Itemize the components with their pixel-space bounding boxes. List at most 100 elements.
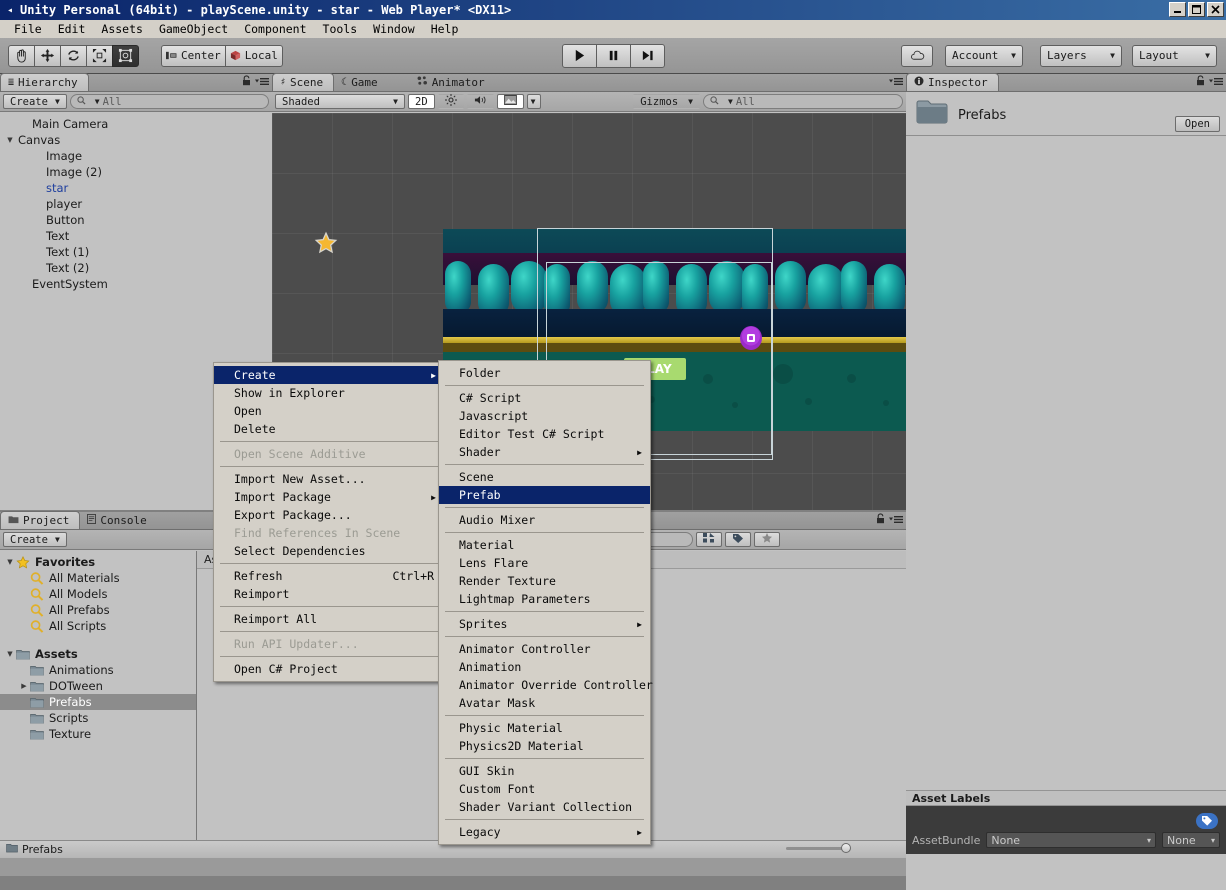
maximize-button[interactable] <box>1188 2 1205 17</box>
play-button[interactable] <box>562 43 597 68</box>
project-tree-item[interactable]: All Prefabs <box>0 602 196 618</box>
player-object[interactable] <box>738 325 764 354</box>
create-submenu-item[interactable]: Javascript <box>439 407 650 425</box>
account-button[interactable]: Account ▼ <box>945 44 1023 67</box>
create-submenu-item[interactable]: Sprites ▶ <box>439 615 650 633</box>
menu-help[interactable]: Help <box>423 21 467 37</box>
tab-inspector[interactable]: Inspector <box>906 73 999 91</box>
minimize-button[interactable] <box>1169 2 1186 17</box>
hierarchy-item[interactable]: star <box>0 180 272 196</box>
hierarchy-item[interactable]: Text (1) <box>0 244 272 260</box>
create-submenu-item[interactable]: Material <box>439 536 650 554</box>
create-submenu[interactable]: Folder C# Script Javascript Editor Test C# … <box>438 360 653 845</box>
scene-effects-dropdown[interactable]: ▼ <box>526 94 541 109</box>
hand-tool-button[interactable] <box>8 44 35 67</box>
main-menubar[interactable]: File Edit Assets GameObject Component To… <box>0 20 1226 38</box>
lock-icon[interactable] <box>242 75 251 89</box>
hierarchy-search-input[interactable]: ▼ All <box>69 94 269 109</box>
hierarchy-item[interactable]: player <box>0 196 272 212</box>
project-tree[interactable]: ▼ Favorites All Materials All Models All Pre… <box>0 551 196 858</box>
hierarchy-create-button[interactable]: Create ▼ <box>3 94 67 109</box>
assets-context-menu[interactable]: Create ▶ Show in Explorer Open Delete Open Sc… <box>213 362 445 682</box>
create-submenu-item[interactable]: Legacy ▶ <box>439 823 650 841</box>
filter-by-favorite-button[interactable] <box>753 532 780 547</box>
menu-tools[interactable]: Tools <box>315 21 366 37</box>
context-menu-item[interactable]: Select Dependencies <box>214 542 444 560</box>
menu-edit[interactable]: Edit <box>50 21 94 37</box>
menu-file[interactable]: File <box>6 21 50 37</box>
create-submenu-item[interactable]: Animation <box>439 658 650 676</box>
context-menu-item[interactable]: Export Package... <box>214 506 444 524</box>
scale-tool-button[interactable] <box>86 44 113 67</box>
project-tree-item[interactable]: All Scripts <box>0 618 196 634</box>
layers-button[interactable]: Layers ▼ <box>1040 44 1122 67</box>
menu-assets[interactable]: Assets <box>93 21 151 37</box>
gizmos-dropdown[interactable]: Gizmos ▼ <box>633 94 700 109</box>
disclosure-triangle-icon[interactable]: ▼ <box>4 558 16 566</box>
panel-menu-icon[interactable] <box>1209 76 1223 89</box>
create-submenu-item[interactable]: Avatar Mask <box>439 694 650 712</box>
hierarchy-item[interactable]: Text (2) <box>0 260 272 276</box>
create-submenu-item[interactable]: Lightmap Parameters <box>439 590 650 608</box>
pause-button[interactable] <box>596 43 631 68</box>
project-create-button[interactable]: Create ▼ <box>3 532 67 547</box>
scene-effects-toggle[interactable] <box>496 94 524 109</box>
context-menu-item[interactable]: Show in Explorer <box>214 384 444 402</box>
create-submenu-item[interactable]: Editor Test C# Script <box>439 425 650 443</box>
tab-game[interactable]: ☾ Game <box>334 73 388 91</box>
create-submenu-item[interactable]: Prefab <box>439 486 650 504</box>
draw-mode-dropdown[interactable]: Shaded ▼ <box>275 94 405 109</box>
project-tab-actions[interactable] <box>876 513 903 527</box>
create-submenu-item[interactable]: Lens Flare <box>439 554 650 572</box>
hierarchy-item[interactable]: EventSystem <box>0 276 272 292</box>
project-tree-item[interactable]: Scripts <box>0 710 196 726</box>
inspector-tab-actions[interactable] <box>1196 75 1223 89</box>
project-tree-item[interactable]: All Models <box>0 586 196 602</box>
hierarchy-item[interactable]: Button <box>0 212 272 228</box>
2d-toggle-button[interactable]: 2D <box>408 94 435 109</box>
context-menu-item[interactable]: Import Package ▶ <box>214 488 444 506</box>
context-menu-item[interactable]: Open <box>214 402 444 420</box>
menu-window[interactable]: Window <box>365 21 423 37</box>
move-tool-button[interactable] <box>34 44 61 67</box>
project-tree-item[interactable]: ▼ Assets <box>0 646 196 662</box>
project-tree-item[interactable]: Texture <box>0 726 196 742</box>
breadcrumb[interactable]: Prefabs <box>22 843 63 856</box>
context-menu-item[interactable]: Delete <box>214 420 444 438</box>
create-submenu-item[interactable]: Animator Override Controller <box>439 676 653 694</box>
tag-icon[interactable] <box>1196 813 1218 829</box>
scene-lighting-toggle[interactable] <box>437 94 464 109</box>
disclosure-triangle-icon[interactable]: ▼ <box>4 136 16 144</box>
panel-menu-icon[interactable] <box>889 76 903 89</box>
project-tree-item[interactable]: All Materials <box>0 570 196 586</box>
rotate-tool-button[interactable] <box>60 44 87 67</box>
window-controls[interactable] <box>1169 2 1224 17</box>
context-menu-item[interactable]: Open C# Project <box>214 660 444 678</box>
step-button[interactable] <box>630 43 665 68</box>
hierarchy-item[interactable]: Image <box>0 148 272 164</box>
create-submenu-item[interactable]: Custom Font <box>439 780 650 798</box>
panel-menu-icon[interactable] <box>255 76 269 89</box>
lock-icon[interactable] <box>876 513 885 527</box>
project-tree-item[interactable]: Animations <box>0 662 196 678</box>
create-submenu-item[interactable]: Shader Variant Collection <box>439 798 650 816</box>
context-menu-item[interactable]: Create ▶ <box>214 366 444 384</box>
disclosure-triangle-icon[interactable]: ▼ <box>4 650 16 658</box>
context-menu-item[interactable]: Reimport All <box>214 610 444 628</box>
create-submenu-item[interactable]: GUI Skin <box>439 762 650 780</box>
create-submenu-item[interactable]: Audio Mixer <box>439 511 650 529</box>
lock-icon[interactable] <box>1196 75 1205 89</box>
hierarchy-item[interactable]: Main Camera <box>0 116 272 132</box>
star-object[interactable] <box>314 231 338 258</box>
open-button[interactable]: Open <box>1174 116 1220 132</box>
tab-animator[interactable]: Animator <box>410 73 495 91</box>
scene-audio-toggle[interactable] <box>466 94 494 109</box>
cloud-button[interactable] <box>901 44 933 67</box>
close-button[interactable] <box>1207 2 1224 17</box>
project-tree-item[interactable]: Prefabs <box>0 694 196 710</box>
create-submenu-item[interactable]: Scene <box>439 468 650 486</box>
filter-by-label-button[interactable] <box>724 532 751 547</box>
layout-button[interactable]: Layout ▼ <box>1132 44 1217 67</box>
disclosure-triangle-icon[interactable]: ▶ <box>18 682 30 690</box>
create-submenu-item[interactable]: Folder <box>439 364 650 382</box>
